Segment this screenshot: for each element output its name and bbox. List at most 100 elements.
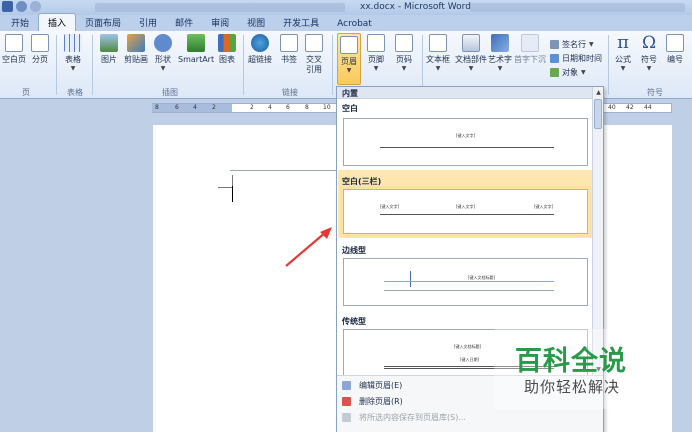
object-button[interactable]: 对象 ▼ (550, 67, 586, 78)
header-style-sideline[interactable]: [键入文档标题] (343, 258, 588, 306)
blurred-toolbar (95, 3, 345, 12)
hyperlink-button[interactable]: 超链接 (248, 34, 272, 65)
ruler-tick: 6 (286, 104, 290, 111)
calendar-icon (550, 54, 559, 63)
signature-label: 签名行 (562, 40, 586, 49)
group-divider (243, 35, 244, 95)
quick-parts-button[interactable]: 文档部件 ▼ (455, 34, 487, 72)
chart-button[interactable]: 图表 (218, 34, 236, 65)
edit-header-label: 编辑页眉(E) (359, 381, 403, 390)
page-number-button[interactable]: 页码 ▼ (395, 34, 413, 72)
equation-button[interactable]: π 公式 ▼ (614, 34, 632, 73)
header-rule (380, 147, 554, 148)
chevron-down-icon: ▼ (346, 67, 352, 74)
symbol-button[interactable]: Ω 符号 ▼ (640, 34, 658, 72)
remove-header-icon (342, 397, 351, 406)
sideline-bar (410, 271, 411, 287)
hyperlink-label: 超链接 (248, 55, 272, 64)
header-style-blank[interactable]: [键入文字] (343, 118, 588, 166)
chevron-down-icon: ▼ (646, 65, 652, 72)
quick-parts-label: 文档部件 (455, 55, 487, 64)
group-tables-label: 表格 (67, 88, 83, 97)
red-arrow-icon (285, 227, 332, 267)
tab-mailings[interactable]: 邮件 (166, 14, 202, 31)
tab-insert[interactable]: 插入 (38, 13, 77, 31)
wordart-button[interactable]: 艺术字 ▼ (488, 34, 512, 72)
textbox-label: 文本框 (426, 55, 450, 64)
object-icon (550, 68, 559, 77)
tab-developer[interactable]: 开发工具 (274, 14, 328, 31)
tab-page-layout[interactable]: 页面布局 (76, 14, 130, 31)
drop-cap-icon (521, 34, 539, 52)
wordart-icon (491, 34, 509, 52)
header-icon (340, 36, 358, 54)
ruler-tick: 8 (155, 104, 159, 111)
table-label: 表格 (65, 55, 81, 64)
redo-icon[interactable] (30, 1, 41, 12)
signature-icon (550, 40, 559, 49)
bookmark-label: 书签 (281, 55, 297, 64)
textbox-button[interactable]: 文本框 ▼ (426, 34, 450, 72)
undo-icon[interactable] (16, 1, 27, 12)
crop-mark (232, 175, 233, 186)
table-button[interactable]: 表格 ▼ (64, 34, 82, 72)
tab-home[interactable]: 开始 (2, 14, 38, 31)
number-button[interactable]: 编号 (666, 34, 684, 65)
chevron-down-icon: ▼ (160, 65, 166, 72)
page-number-label: 页码 (396, 55, 412, 64)
chevron-down-icon: ▼ (468, 65, 474, 72)
tab-references[interactable]: 引用 (130, 14, 166, 31)
cross-reference-button[interactable]: 交叉 引用 (305, 34, 323, 75)
header-rule (384, 290, 554, 291)
page-break-label: 分页 (32, 55, 48, 64)
group-divider (332, 35, 333, 95)
equation-label: 公式 (615, 55, 631, 64)
scroll-up-icon[interactable]: ▲ (593, 87, 604, 98)
watermark-title: 百科全说 (515, 346, 627, 377)
save-to-gallery-menu-item[interactable]: 将所选内容保存到页眉库(S)... (337, 411, 603, 424)
header-button[interactable]: 页眉 ▼ (337, 33, 361, 85)
ruler-tick: 4 (193, 104, 197, 111)
cover-page-icon (5, 34, 23, 52)
tab-view[interactable]: 视图 (238, 14, 274, 31)
smartart-button[interactable]: SmartArt (178, 34, 214, 65)
tab-review[interactable]: 审阅 (202, 14, 238, 31)
number-label: 编号 (667, 55, 683, 64)
ruler-tick: 10 (323, 104, 331, 111)
signature-line-button[interactable]: 签名行 ▼ (550, 39, 594, 50)
wordart-label: 艺术字 (488, 55, 512, 64)
chevron-down-icon: ▼ (401, 65, 407, 72)
cover-page-button[interactable]: 空白页 (2, 34, 26, 65)
smartart-label: SmartArt (178, 55, 215, 64)
header-rule (380, 214, 554, 215)
save-icon[interactable] (2, 1, 13, 12)
scroll-thumb[interactable] (594, 99, 602, 129)
window-title: xx.docx - Microsoft Word (360, 2, 471, 12)
drop-cap-button[interactable]: 首字下沉 (514, 34, 546, 65)
page-break-button[interactable]: 分页 (31, 34, 49, 65)
shapes-button[interactable]: 形状 ▼ (154, 34, 172, 72)
save-to-gallery-icon (342, 413, 351, 422)
date-time-label: 日期和时间 (562, 54, 602, 63)
ruler-tick: 8 (305, 104, 309, 111)
text-cursor (232, 186, 233, 202)
chevron-down-icon: ▼ (497, 65, 503, 72)
blurred-toolbar-right (470, 3, 685, 12)
group-divider (92, 35, 93, 95)
gallery-header: 内置 (337, 87, 603, 99)
header-style-blank-three-column[interactable]: [键入文字] [键入文字] [键入文字] (343, 189, 588, 234)
group-divider (56, 35, 57, 95)
ruler-tick: 2 (212, 104, 216, 111)
ruler-tick: 42 (626, 104, 634, 111)
watermark-subtitle: 助你轻松解决 (524, 378, 621, 396)
bookmark-button[interactable]: 书签 (280, 34, 298, 65)
footer-button[interactable]: 页脚 ▼ (367, 34, 385, 72)
number-icon (666, 34, 684, 52)
clipart-button[interactable]: 剪贴画 (124, 34, 148, 65)
ribbon-tabs: 开始 插入 页面布局 引用 邮件 审阅 视图 开发工具 Acrobat (0, 13, 692, 31)
group-divider (608, 35, 609, 95)
picture-button[interactable]: 图片 (100, 34, 118, 65)
cross-reference-label-2: 引用 (306, 65, 322, 74)
tab-acrobat[interactable]: Acrobat (328, 17, 381, 31)
date-time-button[interactable]: 日期和时间 (550, 53, 602, 64)
